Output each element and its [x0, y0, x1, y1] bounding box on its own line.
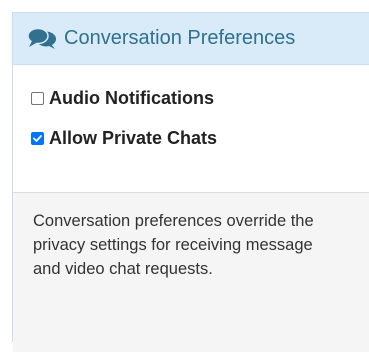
allow-private-chats-label: Allow Private Chats: [49, 127, 218, 148]
comments-icon: [27, 27, 57, 50]
panel-footer: Conversation preferences override the pr…: [13, 192, 369, 352]
panel-title: Conversation Preferences: [64, 27, 296, 49]
allow-private-chats-option[interactable]: Allow Private Chats: [31, 127, 369, 149]
panel-body: Audio Notifications Allow Private Chats: [13, 65, 369, 192]
conversation-preferences-panel: Conversation Preferences Audio Notificat…: [12, 12, 369, 352]
audio-notifications-checkbox[interactable]: [31, 91, 44, 105]
allow-private-chats-checkbox[interactable]: [31, 131, 44, 145]
panel-heading: Conversation Preferences: [13, 13, 369, 65]
audio-notifications-option[interactable]: Audio Notifications: [31, 87, 369, 109]
footer-help-text: Conversation preferences override the pr…: [33, 212, 314, 278]
checkmark-icon: [33, 134, 42, 142]
audio-notifications-label: Audio Notifications: [49, 87, 214, 108]
